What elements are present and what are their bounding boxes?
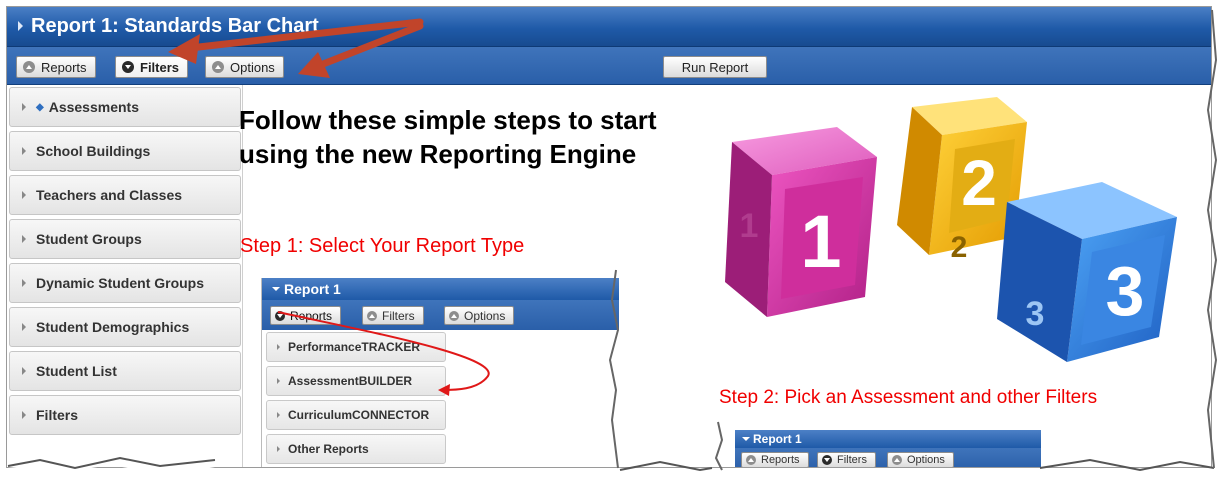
expand-icon <box>212 61 224 73</box>
mini-filters-button: Filters <box>362 306 424 325</box>
selected-diamond-icon: ◆ <box>36 101 44 113</box>
mini-options-button: Options <box>444 306 515 325</box>
cube-1: 1 1 <box>725 127 877 317</box>
chevron-right-icon <box>22 323 26 331</box>
chevron-right-icon <box>22 367 26 375</box>
expand-icon <box>746 455 756 465</box>
sidebar-item-label: Student Groups <box>36 231 142 247</box>
chevron-right-icon <box>22 191 26 199</box>
mini-title-bar: Report 1 <box>735 430 1041 448</box>
mini-filters-label: Filters <box>382 308 415 323</box>
sidebar-item-label: Assessments <box>48 99 139 115</box>
title-bar: Report 1: Standards Bar Chart <box>7 7 1211 47</box>
chevron-right-icon <box>277 344 280 350</box>
sidebar-item-label: Teachers and Classes <box>36 187 183 203</box>
options-button-label: Options <box>230 59 275 75</box>
mini-title: Report 1 <box>753 432 802 446</box>
filters-example: Report 1 Reports Filters Options <box>735 430 1041 467</box>
mini-options-label: Options <box>907 454 945 466</box>
filter-panel: ◆ Assessments School Buildings Teachers … <box>7 85 243 467</box>
step-1-instruction: Step 1: Select Your Report Type <box>240 235 525 257</box>
cube-side-number: 2 <box>951 231 968 264</box>
run-report-label: Run Report <box>681 59 749 75</box>
options-button[interactable]: Options <box>205 56 284 78</box>
cube-number: 3 <box>1106 252 1145 330</box>
mini-options-label: Options <box>464 308 506 323</box>
filters-button[interactable]: Filters <box>115 56 189 78</box>
cube-3: 3 3 <box>997 182 1177 362</box>
sidebar-item-label: Student List <box>36 363 117 379</box>
chevron-right-icon <box>277 412 280 418</box>
expand-icon <box>892 455 902 465</box>
cube-number: 2 <box>961 147 997 219</box>
chevron-right-icon <box>22 279 26 287</box>
mini-title-bar: Report 1 <box>262 278 619 300</box>
reports-button[interactable]: Reports <box>16 56 96 78</box>
mini-list-item: Other Reports <box>266 434 446 464</box>
sidebar-item-assessments[interactable]: ◆ Assessments <box>9 87 241 127</box>
sidebar-item-student-demographics[interactable]: Student Demographics <box>9 307 241 347</box>
mini-options-button: Options <box>887 452 954 467</box>
chevron-right-icon <box>22 103 26 111</box>
expand-triangle-icon <box>272 287 280 291</box>
chevron-right-icon <box>22 411 26 419</box>
run-report-button[interactable]: Run Report <box>663 56 767 78</box>
cube-number: 1 <box>800 200 841 283</box>
chevron-right-icon <box>277 378 280 384</box>
expand-icon <box>367 310 377 321</box>
cube-side-number: 1 <box>740 207 759 245</box>
expand-triangle-icon <box>742 437 750 441</box>
mini-list-item: PerformanceTRACKER <box>266 332 446 362</box>
report-type-example: Report 1 Reports Filters Options Perform… <box>261 278 619 467</box>
sidebar-item-teachers-and-classes[interactable]: Teachers and Classes <box>9 175 241 215</box>
chevron-right-icon <box>22 235 26 243</box>
sidebar-item-school-buildings[interactable]: School Buildings <box>9 131 241 171</box>
chevron-right-icon <box>277 446 280 452</box>
collapse-triangle-icon[interactable] <box>18 21 23 31</box>
mini-reports-button: Reports <box>270 306 342 325</box>
collapse-icon <box>122 61 134 73</box>
number-cubes-illustration: 2 2 1 1 3 3 <box>725 97 1177 362</box>
sidebar-item-label: Filters <box>36 407 79 423</box>
page-heading: Follow these simple steps to start using… <box>239 105 657 169</box>
sidebar-item-label: School Buildings <box>36 143 151 159</box>
report-window: Report 1: Standards Bar Chart Reports Fi… <box>6 6 1212 468</box>
window-title: Report 1: Standards Bar Chart <box>31 15 319 37</box>
mini-title: Report 1 <box>284 281 341 297</box>
mini-toolbar: Reports Filters Options <box>735 448 1041 467</box>
mini-filters-button: Filters <box>817 452 876 467</box>
reports-button-label: Reports <box>41 59 87 75</box>
sidebar-item-student-groups[interactable]: Student Groups <box>9 219 241 259</box>
mini-list-item: AssessmentBUILDER <box>266 366 446 396</box>
cube-side-number: 3 <box>1026 295 1045 333</box>
step-2-instruction: Step 2: Pick an Assessment and other Fil… <box>719 387 1098 408</box>
mini-reports-label: Reports <box>761 454 800 466</box>
sidebar-item-filters[interactable]: Filters <box>9 395 241 435</box>
expand-icon <box>449 310 459 321</box>
mini-item-label: CurriculumCONNECTOR <box>288 408 430 422</box>
collapse-icon <box>822 455 832 465</box>
chevron-right-icon <box>22 147 26 155</box>
toolbar: Reports Filters Options Run Report <box>7 47 1211 85</box>
mini-filters-label: Filters <box>837 454 867 466</box>
mini-item-label: Other Reports <box>288 442 369 456</box>
mini-reports-label: Reports <box>290 308 333 323</box>
sidebar-item-dynamic-student-groups[interactable]: Dynamic Student Groups <box>9 263 241 303</box>
mini-reports-button: Reports <box>741 452 809 467</box>
collapse-icon <box>275 310 285 321</box>
sidebar-item-student-list[interactable]: Student List <box>9 351 241 391</box>
sidebar-item-label: Dynamic Student Groups <box>36 275 205 291</box>
expand-icon <box>23 61 35 73</box>
mini-item-label: PerformanceTRACKER <box>288 340 421 354</box>
mini-item-label: AssessmentBUILDER <box>288 374 413 388</box>
mini-toolbar: Reports Filters Options <box>262 300 619 330</box>
filters-button-label: Filters <box>140 59 180 75</box>
sidebar-item-label: Student Demographics <box>36 319 190 335</box>
mini-list-item: CurriculumCONNECTOR <box>266 400 446 430</box>
